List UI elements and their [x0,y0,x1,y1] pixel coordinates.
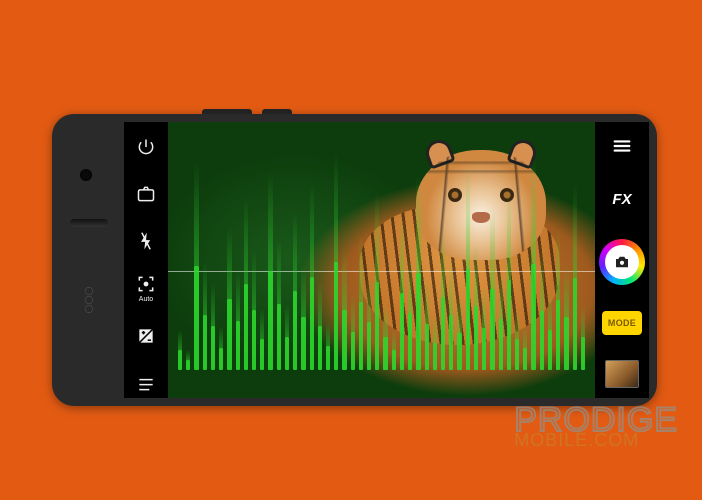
audio-bar [277,304,281,370]
left-toolbar: Auto [124,122,168,398]
audio-bar [416,273,420,370]
audio-bar [564,317,568,370]
sliders-icon [136,373,156,393]
audio-bar [178,350,182,370]
audio-bar [227,299,231,371]
audio-bar [490,289,494,370]
exposure-icon [136,326,156,346]
audio-bar [499,319,503,370]
audio-bar [400,293,404,370]
audio-bar [573,278,577,370]
audio-bar [342,310,346,371]
audio-bar [375,282,379,370]
audio-bar [285,337,289,370]
audio-bar [383,337,387,370]
fx-button[interactable]: FX [604,186,640,214]
focus-icon [136,274,156,294]
mode-button[interactable]: MODE [602,311,642,335]
audio-bar [523,348,527,370]
audio-bar [326,346,330,370]
camera-app-screen: Auto FX MODE [124,122,649,398]
switch-camera-button[interactable] [131,179,161,208]
subject-tiger [416,150,546,260]
audio-bar [449,315,453,370]
audio-bar [236,321,240,371]
watermark-line2: MOBILE.COM [514,433,678,448]
mode-label: MODE [608,318,636,328]
fx-label: FX [612,191,631,208]
audio-bar [433,343,437,371]
exposure-button[interactable] [131,321,161,350]
audio-bar [408,313,412,370]
flash-off-icon [136,231,156,251]
audio-bar [219,348,223,370]
phone-logo: ◯◯◯ [72,284,104,316]
power-icon [136,137,156,157]
audio-bar [457,333,461,370]
phone-hardware-button [202,109,252,114]
audio-bar [268,271,272,370]
audio-bar [203,315,207,370]
adjustments-button[interactable] [131,369,161,398]
audio-level-graph [178,260,585,370]
audio-bar [351,332,355,371]
audio-bar [318,326,322,370]
audio-bar [260,339,264,370]
audio-bar [441,297,445,370]
phone-hardware-button [262,109,292,114]
audio-bar [507,280,511,370]
focus-mode-label: Auto [139,296,153,303]
camera-switch-icon [136,184,156,204]
phone-bezel: ◯◯◯ [52,114,124,406]
audio-bar [252,310,256,371]
audio-bar [367,322,371,370]
audio-bar [392,350,396,370]
audio-bar [466,269,470,370]
watermark-line1: PRODIGE [514,406,678,435]
audio-bar [211,326,215,370]
audio-bar [548,330,552,370]
audio-bar [359,302,363,370]
front-camera-dot [80,169,92,181]
audio-bar [334,262,338,370]
camera-viewfinder[interactable] [168,122,595,398]
audio-bar [293,291,297,370]
audio-bar [581,337,585,370]
audio-bar [515,339,519,370]
audio-bar [425,324,429,370]
audio-bar [194,266,198,371]
right-toolbar: FX MODE [595,122,649,398]
hamburger-icon [611,135,633,157]
shutter-inner [605,245,639,279]
audio-bar [244,284,248,370]
camera-icon [613,253,631,271]
audio-bar [474,306,478,370]
audio-bar [186,360,190,370]
audio-bar [301,317,305,370]
audio-bar [540,311,544,370]
phone-frame: ◯◯◯ [52,114,657,406]
power-button[interactable] [131,132,161,161]
audio-bar [531,264,535,370]
audio-bar [482,328,486,370]
audio-bar [556,300,560,370]
menu-button[interactable] [604,132,640,160]
audio-bar [310,277,314,371]
phone-speaker [70,219,108,227]
shutter-button[interactable] [599,239,645,285]
flash-button[interactable] [131,227,161,256]
focus-mode-button[interactable]: Auto [131,274,161,303]
gallery-thumbnail[interactable] [605,360,639,388]
watermark: PRODIGE MOBILE.COM [514,406,678,448]
